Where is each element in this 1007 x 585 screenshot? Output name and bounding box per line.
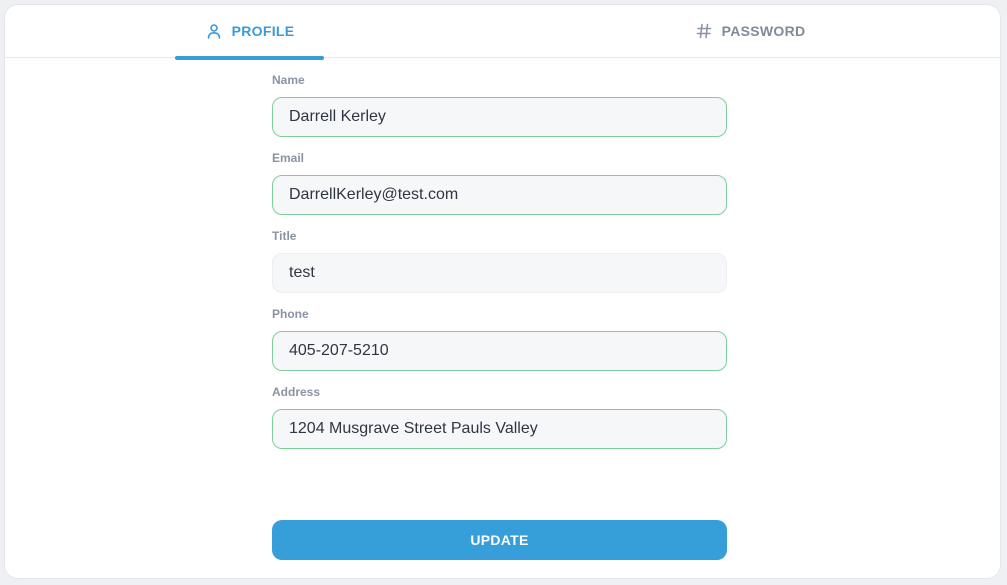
email-label: Email — [272, 151, 305, 165]
tab-profile-label: PROFILE — [231, 23, 295, 39]
tab-bar: PROFILE PASSWORD — [5, 5, 1000, 60]
title-label: Title — [272, 229, 297, 243]
name-field[interactable] — [272, 97, 727, 137]
tab-password-label: PASSWORD — [721, 23, 806, 39]
phone-field-group: Phone — [272, 306, 727, 371]
hash-icon — [695, 22, 713, 40]
title-field[interactable] — [272, 253, 727, 293]
address-field-group: Address — [272, 384, 727, 449]
name-label: Name — [272, 73, 305, 87]
name-field-group: Name — [272, 72, 727, 137]
profile-form: Name Email Title Phone Address — [272, 72, 727, 462]
phone-label: Phone — [272, 307, 309, 321]
email-field[interactable] — [272, 175, 727, 215]
phone-field[interactable] — [272, 331, 727, 371]
title-field-group: Title — [272, 228, 727, 293]
user-icon — [205, 22, 223, 40]
address-label: Address — [272, 385, 321, 399]
tab-password[interactable]: PASSWORD — [685, 5, 815, 57]
email-field-group: Email — [272, 150, 727, 215]
tab-profile[interactable]: PROFILE — [175, 5, 324, 60]
update-button[interactable]: UPDATE — [272, 520, 727, 560]
address-field[interactable] — [272, 409, 727, 449]
